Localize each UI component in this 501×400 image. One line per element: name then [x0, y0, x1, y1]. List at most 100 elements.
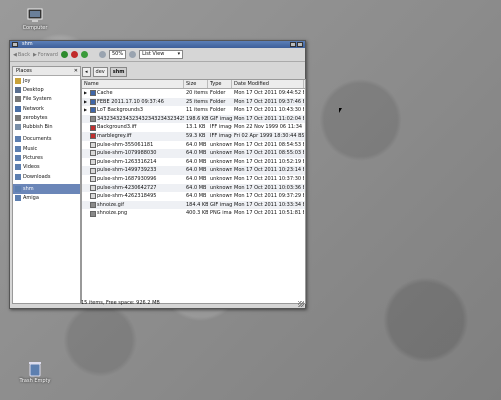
- table-row[interactable]: pulse-shm-1499739233 64.0 MB unknown Mon 17…: [82, 166, 305, 175]
- file-name: pulse-shm-1079988030: [97, 150, 157, 157]
- minimize-button[interactable]: [290, 42, 296, 47]
- trash-desktop-icon[interactable]: Trash Empty: [15, 361, 55, 384]
- table-row[interactable]: shnoize.gif 184.4 KBGIF imageMon 17 Oct 2…: [82, 200, 305, 210]
- file-size: 184.4 KB: [186, 201, 208, 208]
- table-row[interactable]: pulse-shm-4262318495 64.0 MB unknown Mon 17…: [82, 192, 305, 201]
- sidebar-item-documents[interactable]: Documents: [13, 135, 80, 144]
- file-name: shnoize.png: [97, 210, 128, 217]
- table-row[interactable]: marblegrey.iff 59.3 KB IFF image Fri 02 Apr…: [82, 131, 305, 141]
- zoom-in-icon[interactable]: [129, 51, 137, 58]
- sidebar-item-music[interactable]: Music: [13, 144, 80, 153]
- back-button[interactable]: ◀ Back: [13, 52, 30, 58]
- sidebar-item-zerobytes[interactable]: zerobytes: [13, 113, 80, 122]
- path-segment-dev[interactable]: dev: [92, 66, 108, 77]
- resize-grip[interactable]: [298, 301, 304, 307]
- path-left-arrow-icon[interactable]: ◂: [82, 66, 91, 77]
- file-type: GIF image: [210, 115, 232, 122]
- sidebar-item-downloads[interactable]: Downloads: [13, 172, 80, 181]
- file-icon: [90, 193, 96, 200]
- sidebar-item-joy[interactable]: Joy: [13, 76, 80, 85]
- file-type: PNG image: [210, 210, 232, 217]
- table-row[interactable]: pulse-shm-4230642727 64.0 MB unknown Mon 17…: [82, 183, 305, 193]
- file-name: pulse-shm-1263316214: [97, 158, 157, 165]
- table-row[interactable]: pulse-shm-355061181 64.0 MB unknown Mon 17 …: [82, 141, 305, 150]
- sidebar-item-videos[interactable]: Videos: [13, 163, 80, 172]
- file-date: Mon 17 Oct 2011 10:33:34 BST: [234, 201, 304, 208]
- image-icon: [90, 116, 96, 123]
- file-date: Mon 17 Oct 2011 10:52:19 BST: [234, 158, 304, 165]
- close-window-button[interactable]: [12, 42, 18, 47]
- path-bar: ◂ dev shm: [82, 66, 128, 77]
- view-mode-value: List View: [142, 51, 165, 57]
- table-row[interactable]: shnoize.png 400.3 KBPNG imageMon 17 Oct 2…: [82, 209, 305, 218]
- table-row[interactable]: pulse-shm-1687930996 64.0 MB unknown Mon 17…: [82, 175, 305, 184]
- mouse-pointer-icon: [339, 108, 342, 113]
- file-size: 59.3 KB: [186, 132, 206, 139]
- view-mode-select[interactable]: List View ▾: [139, 50, 184, 59]
- file-icon: [90, 159, 96, 166]
- places-sidebar: Places ✕ Joy Desktop File System Network zer…: [12, 66, 81, 304]
- table-row[interactable]: pulse-shm-1263316214 64.0 MB unknown Mon 17…: [82, 158, 305, 167]
- table-row[interactable]: Background3.iff 13.1 KB IFF image Mon 22 No…: [82, 123, 305, 132]
- maximize-button[interactable]: [297, 42, 303, 47]
- stop-icon[interactable]: [70, 51, 78, 58]
- places-header[interactable]: Places ✕: [13, 67, 80, 76]
- file-size: 20 items: [186, 90, 208, 96]
- table-row[interactable]: ▶ LoT Backgrounds3 11 items Folder Mon 17 Oc…: [82, 106, 305, 115]
- file-date: Mon 17 Oct 2011 10:23:14 BST: [234, 167, 304, 174]
- sidebar-item-file-system[interactable]: File System: [13, 95, 80, 104]
- window-titlebar[interactable]: shm: [10, 41, 305, 48]
- trash-icon: [15, 124, 21, 131]
- computer-desktop-icon[interactable]: Computer: [15, 8, 55, 31]
- expand-icon[interactable]: ▶: [84, 106, 89, 115]
- file-size: 25 items: [186, 98, 208, 105]
- back-label: Back: [17, 51, 30, 58]
- file-date: Mon 17 Oct 2011 08:54:53 BST: [234, 141, 304, 148]
- column-name[interactable]: Name: [82, 80, 184, 88]
- sidebar-item-rubbish-bin[interactable]: Rubbish Bin: [13, 122, 80, 131]
- drive-icon: [15, 114, 21, 121]
- column-type[interactable]: Type: [208, 80, 232, 88]
- file-name: pulse-shm-1687930996: [97, 175, 157, 182]
- sidebar-item-amiga[interactable]: Amiga: [13, 194, 80, 203]
- network-icon: [15, 105, 21, 112]
- table-row[interactable]: 3432343234323432343234323425.gif198.6 KB…: [82, 114, 305, 124]
- path-segment-shm[interactable]: shm: [109, 66, 128, 77]
- up-icon[interactable]: [60, 51, 68, 58]
- forward-arrow-icon: ▶: [33, 51, 37, 58]
- file-manager-window: shm ◀ Back ▶ Forward 50% List View ▾ Pla…: [9, 40, 306, 309]
- file-date: Fri 02 Apr 1999 18:30:44 BST: [234, 132, 304, 139]
- reload-icon[interactable]: [80, 51, 88, 58]
- sidebar-item-network[interactable]: Network: [13, 104, 80, 113]
- expand-icon[interactable]: ▶: [84, 98, 89, 107]
- close-sidebar-icon[interactable]: ✕: [74, 67, 80, 75]
- file-date: Mon 17 Oct 2011 10:51:81 BST: [234, 210, 304, 217]
- file-date: Mon 17 Oct 2011 10:43:30 BST: [234, 107, 304, 114]
- forward-label: Forward: [37, 51, 58, 58]
- file-type: GIF image: [210, 201, 232, 208]
- sidebar-item-label: File System: [23, 96, 52, 103]
- column-size[interactable]: Size: [184, 80, 208, 88]
- expand-icon[interactable]: ▶: [84, 89, 89, 98]
- table-row[interactable]: ▶ Cache 20 items Folder Mon 17 Oct 2011 09:4…: [82, 89, 305, 98]
- file-name: pulse-shm-4230642727: [97, 184, 157, 191]
- file-size: 64.0 MB: [186, 150, 207, 157]
- sidebar-item-shm[interactable]: shm: [13, 184, 80, 194]
- forward-button[interactable]: ▶ Forward: [33, 52, 58, 58]
- sidebar-item-label: Desktop: [23, 86, 44, 93]
- table-row[interactable]: ▶ FEBE 2011.17.10 09:37:46 25 items Folder M…: [82, 97, 305, 107]
- file-name: marblegrey.iff: [97, 132, 132, 139]
- column-date[interactable]: Date Modified: [232, 80, 304, 88]
- file-date: Mon 17 Oct 2011 09:37:29 BST: [234, 193, 304, 200]
- file-date: Mon 17 Oct 2011 08:55:03 BST: [234, 150, 304, 157]
- iff-icon: [90, 133, 96, 140]
- file-date: Mon 17 Oct 2011 09:44:52 BST: [234, 90, 304, 96]
- sidebar-item-desktop[interactable]: Desktop: [13, 85, 80, 94]
- sidebar-item-pictures[interactable]: Pictures: [13, 153, 80, 162]
- zoom-out-icon[interactable]: [98, 51, 106, 58]
- folder-icon: [15, 145, 21, 152]
- folder-icon: [90, 107, 96, 114]
- file-type: unknown: [210, 158, 232, 165]
- image-icon: [90, 202, 96, 209]
- table-row[interactable]: pulse-shm-1079988030 64.0 MB unknown Mon 17…: [82, 149, 305, 158]
